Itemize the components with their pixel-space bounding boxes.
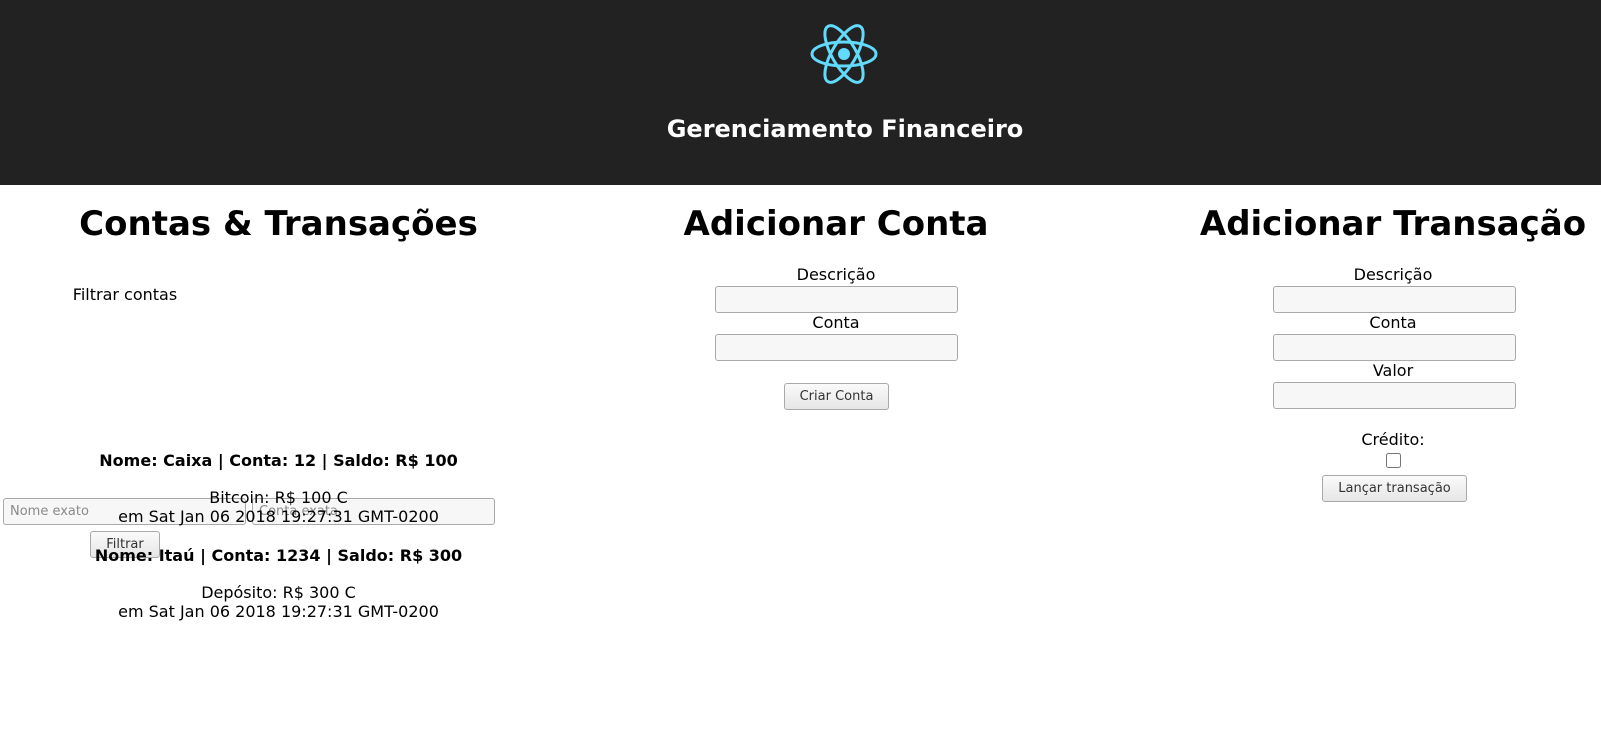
add-transaction-description-input[interactable]	[1273, 286, 1516, 313]
transaction-date: em Sat Jan 06 2018 19:27:31 GMT-0200	[118, 507, 439, 526]
app-header: Gerenciamento Financeiro	[0, 0, 1601, 185]
add-account-account-label: Conta	[812, 313, 860, 332]
add-transaction-value-input[interactable]	[1273, 382, 1516, 409]
add-transaction-account-label: Conta	[1369, 313, 1417, 332]
transaction-description: Bitcoin: R$ 100 C	[209, 488, 348, 507]
accounts-section-title: Contas & Transações	[79, 204, 478, 244]
add-account-description-label: Descrição	[796, 265, 876, 284]
add-account-title: Adicionar Conta	[683, 204, 989, 244]
create-account-button[interactable]: Criar Conta	[784, 383, 889, 410]
credit-label: Crédito:	[1361, 430, 1425, 449]
add-transaction-title: Adicionar Transação	[1199, 204, 1587, 244]
add-transaction-account-input[interactable]	[1273, 334, 1516, 361]
app-title: Gerenciamento Financeiro	[666, 115, 1024, 143]
launch-transaction-button[interactable]: Lançar transação	[1322, 475, 1467, 502]
add-account-description-input[interactable]	[715, 286, 958, 313]
account-header: Nome: Caixa | Conta: 12 | Saldo: R$ 100	[99, 451, 458, 470]
add-transaction-description-label: Descrição	[1353, 265, 1433, 284]
add-transaction-value-label: Valor	[1372, 361, 1414, 380]
react-atom-icon	[810, 24, 878, 84]
add-account-account-input[interactable]	[715, 334, 958, 361]
transaction-date: em Sat Jan 06 2018 19:27:31 GMT-0200	[118, 602, 439, 621]
transaction-description: Depósito: R$ 300 C	[201, 583, 356, 602]
account-header: Nome: Itaú | Conta: 1234 | Saldo: R$ 300	[94, 546, 463, 565]
credit-checkbox[interactable]	[1386, 453, 1401, 468]
filter-label: Filtrar contas	[72, 285, 178, 304]
